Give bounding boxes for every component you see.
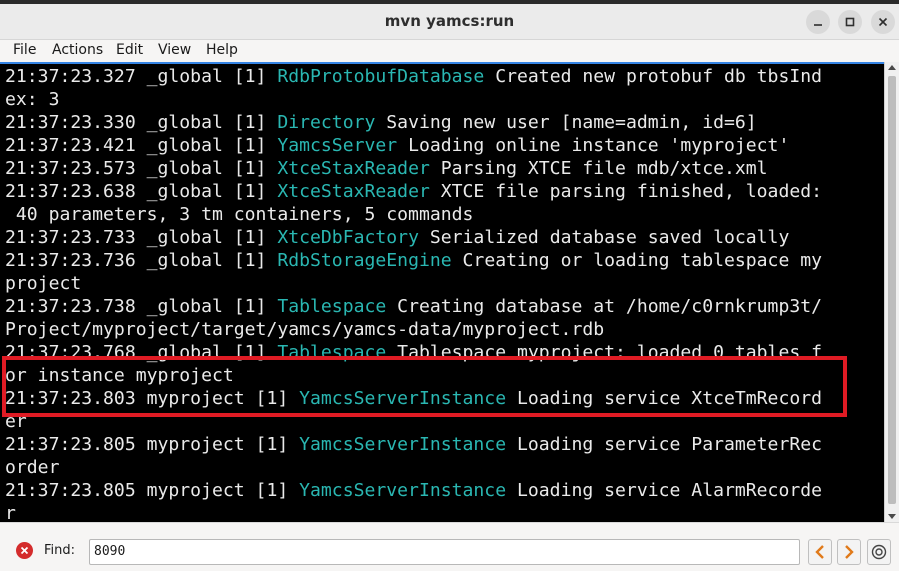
log-message: Parsing XTCE file mdb/xtce.xml (429, 158, 768, 179)
log-message: Serialized database saved locally (418, 227, 790, 248)
scroll-down-arrow-icon[interactable] (888, 514, 896, 519)
terminal-line: 21:37:23.421 _global [1] YamcsServer Loa… (5, 134, 822, 157)
menubar: File Actions Edit View Help (0, 40, 899, 62)
log-prefix: 40 parameters, 3 tm containers, 5 comman… (5, 204, 474, 225)
terminal-line: 21:37:23.638 _global [1] XtceStaxReader … (5, 180, 822, 203)
log-prefix: 21:37:23.330 _global [1] (5, 112, 278, 133)
find-bar: Find: 8090 (0, 522, 899, 571)
minimize-icon (814, 24, 822, 26)
find-previous-icon (815, 545, 824, 559)
find-options-button[interactable] (867, 539, 891, 565)
terminal-line: 21:37:23.736 _global [1] RdbStorageEngin… (5, 249, 822, 272)
minimize-button[interactable] (806, 10, 830, 34)
find-next-icon (845, 545, 854, 559)
find-options-icon (871, 544, 887, 560)
log-class-name: YamcsServerInstance (299, 434, 507, 455)
log-prefix: order (5, 457, 60, 478)
close-icon (878, 17, 888, 27)
log-class-name: XtceStaxReader (277, 158, 430, 179)
menu-actions[interactable]: Actions (52, 42, 103, 58)
terminal-line: 21:37:23.330 _global [1] Directory Savin… (5, 111, 822, 134)
log-message: XTCE file parsing finished, loaded: (429, 181, 823, 202)
terminal-line: 21:37:23.805 myproject [1] YamcsServerIn… (5, 433, 822, 456)
log-message: Saving new user [name=admin, id=6] (375, 112, 757, 133)
log-class-name: YamcsServer (277, 135, 398, 156)
log-class-name: Tablespace (277, 296, 387, 317)
log-prefix: 21:37:23.638 _global [1] (5, 181, 278, 202)
log-message: Creating or loading tablespace my (451, 250, 823, 271)
log-prefix: 21:37:23.805 myproject [1] (5, 434, 300, 455)
log-prefix: 21:37:23.805 myproject [1] (5, 480, 300, 501)
terminal-line: ex: 3 (5, 88, 822, 111)
maximize-icon (845, 17, 855, 27)
menu-file[interactable]: File (13, 42, 36, 58)
scroll-up-arrow-icon[interactable] (888, 65, 896, 70)
window-titlebar[interactable]: mvn yamcs:run (0, 4, 899, 40)
terminal-line: 21:37:23.573 _global [1] XtceStaxReader … (5, 157, 822, 180)
log-class-name: RdbStorageEngine (277, 250, 452, 271)
menu-help[interactable]: Help (206, 42, 238, 58)
close-button[interactable] (871, 10, 895, 34)
log-message: Created new protobuf db tbsInd (484, 66, 823, 87)
clear-find-icon (20, 546, 29, 555)
maximize-button[interactable] (838, 10, 862, 34)
terminal-line: 21:37:23.805 myproject [1] YamcsServerIn… (5, 479, 822, 502)
terminal-line: Project/myproject/target/yamcs/yamcs-dat… (5, 318, 822, 341)
log-message: Loading service AlarmRecorde (506, 480, 823, 501)
log-prefix: 21:37:23.738 _global [1] (5, 296, 278, 317)
log-prefix: r (5, 503, 16, 522)
terminal-line: order (5, 456, 822, 479)
log-prefix: 21:37:23.573 _global [1] (5, 158, 278, 179)
find-input[interactable]: 8090 (89, 539, 800, 565)
log-class-name: Directory (277, 112, 376, 133)
log-class-name: XtceDbFactory (277, 227, 419, 248)
log-prefix: Project/myproject/target/yamcs/yamcs-dat… (5, 319, 605, 340)
log-prefix: ex: 3 (5, 89, 60, 110)
find-label: Find: (44, 543, 76, 558)
menu-view[interactable]: View (158, 42, 191, 58)
log-prefix: 21:37:23.733 _global [1] (5, 227, 278, 248)
log-message: Loading service ParameterRec (506, 434, 823, 455)
terminal-line: 21:37:23.327 _global [1] RdbProtobufData… (5, 65, 822, 88)
log-prefix: 21:37:23.327 _global [1] (5, 66, 278, 87)
scroll-thumb[interactable] (888, 76, 896, 504)
log-prefix: 21:37:23.736 _global [1] (5, 250, 278, 271)
terminal-line: r (5, 502, 822, 522)
find-next-button[interactable] (837, 539, 861, 565)
log-class-name: YamcsServerInstance (299, 480, 507, 501)
window-title: mvn yamcs:run (384, 12, 515, 30)
log-prefix: 21:37:23.421 _global [1] (5, 135, 278, 156)
menu-edit[interactable]: Edit (116, 42, 143, 58)
log-class-name: XtceStaxReader (277, 181, 430, 202)
log-message: Creating database at /home/c0rnkrump3t/ (386, 296, 823, 317)
log-class-name: RdbProtobufDatabase (277, 66, 485, 87)
terminal-line: 40 parameters, 3 tm containers, 5 comman… (5, 203, 822, 226)
highlight-annotation-box (2, 356, 847, 417)
terminal-output[interactable]: 21:37:23.327 _global [1] RdbProtobufData… (0, 62, 884, 522)
log-prefix: project (5, 273, 82, 294)
terminal-line: 21:37:23.738 _global [1] Tablespace Crea… (5, 295, 822, 318)
find-previous-button[interactable] (808, 539, 832, 565)
terminal-line: 21:37:23.733 _global [1] XtceDbFactory S… (5, 226, 822, 249)
terminal-scrollbar[interactable] (884, 62, 899, 522)
terminal-line: project (5, 272, 822, 295)
log-message: Loading online instance 'myproject' (397, 135, 790, 156)
clear-find-button[interactable] (16, 542, 33, 559)
terminal-text: 21:37:23.327 _global [1] RdbProtobufData… (5, 65, 822, 522)
